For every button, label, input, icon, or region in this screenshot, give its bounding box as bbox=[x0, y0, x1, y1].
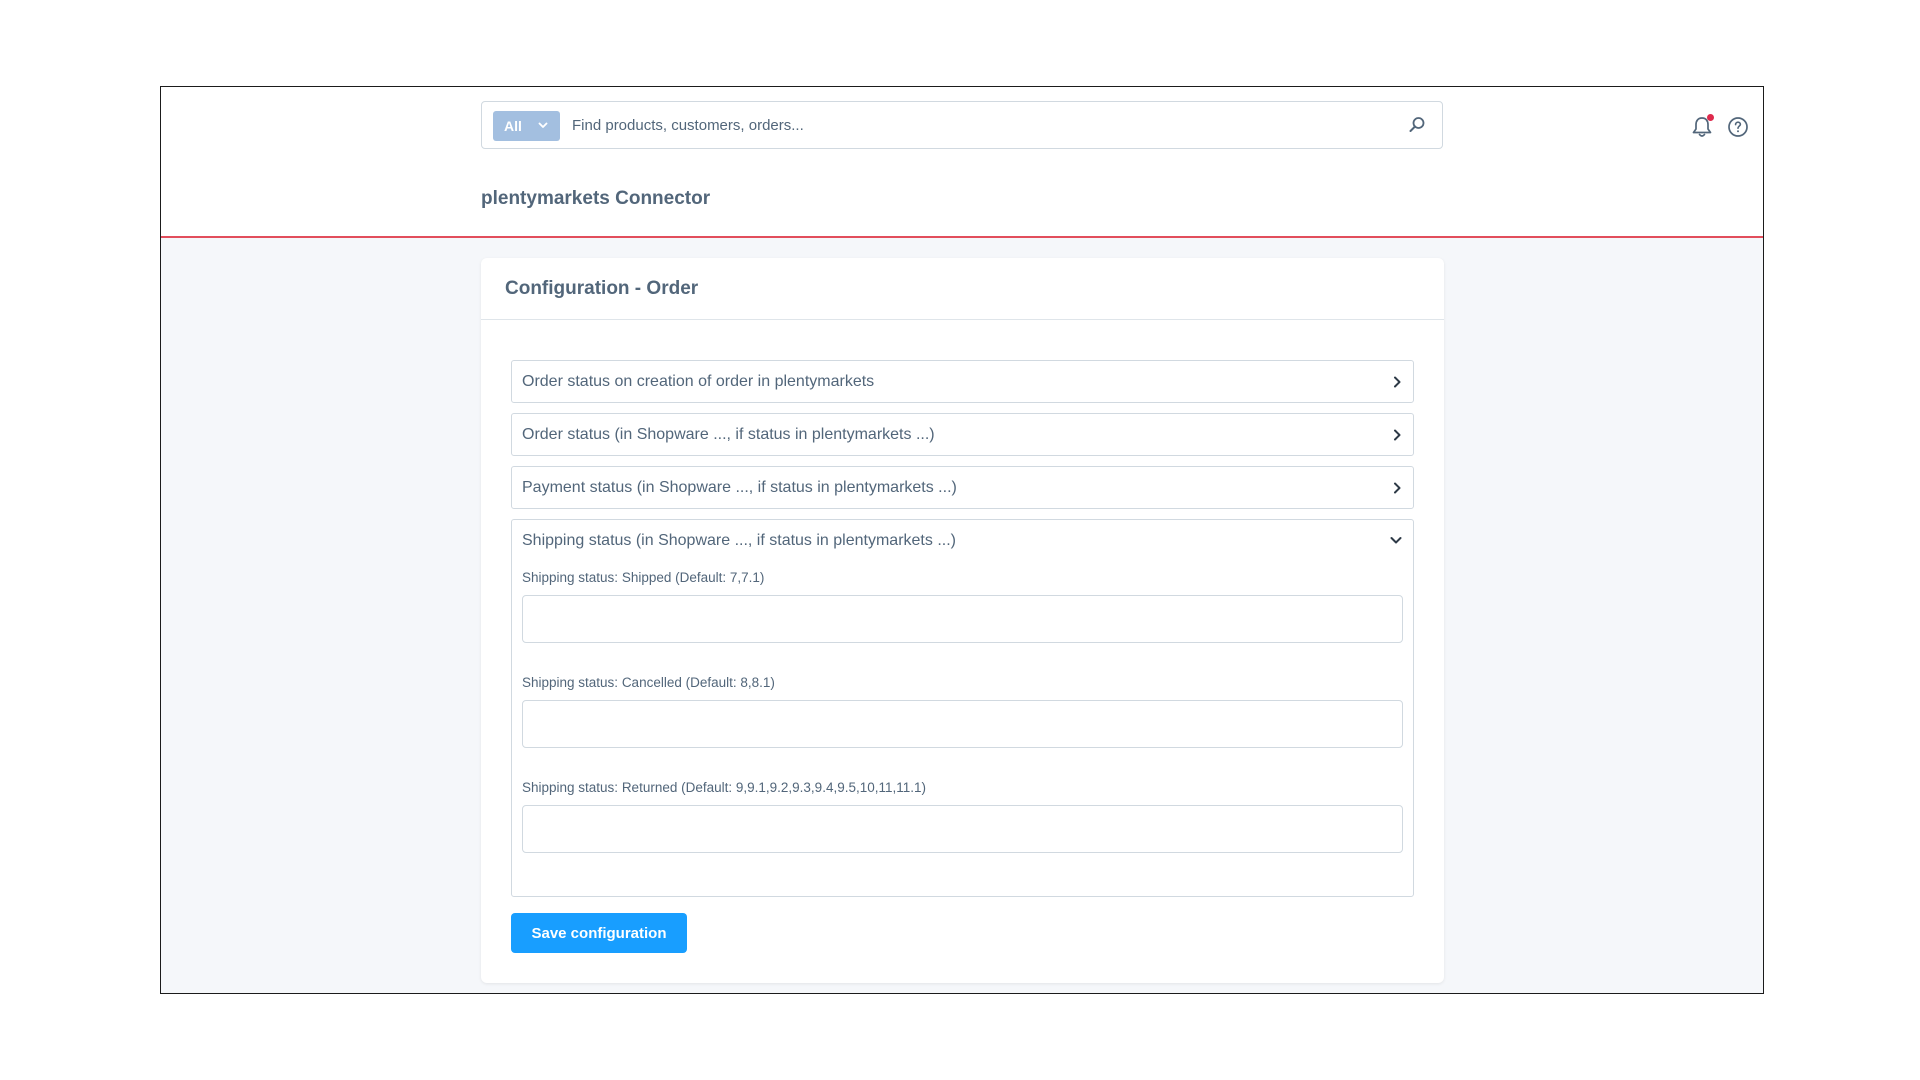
card-header: Configuration - Order bbox=[481, 258, 1444, 320]
page-title: plentymarkets Connector bbox=[481, 188, 711, 209]
accordion-payment-status[interactable]: Payment status (in Shopware ..., if stat… bbox=[511, 466, 1414, 509]
shipped-field-label: Shipping status: Shipped (Default: 7,7.1… bbox=[522, 570, 765, 585]
accordion-label: Order status on creation of order in ple… bbox=[522, 372, 875, 390]
top-bar: All bbox=[161, 87, 1763, 167]
returned-status-input[interactable] bbox=[522, 805, 1403, 853]
search-type-dropdown[interactable]: All bbox=[493, 111, 560, 141]
shipped-status-input[interactable] bbox=[522, 595, 1403, 643]
chevron-right-icon[interactable] bbox=[1391, 375, 1403, 389]
app-window: All plentymarkets Connector C bbox=[160, 86, 1764, 994]
accordion-header[interactable]: Shipping status (in Shopware ..., if sta… bbox=[512, 520, 1413, 561]
search-type-label: All bbox=[504, 118, 522, 134]
cancelled-status-input[interactable] bbox=[522, 700, 1403, 748]
global-search: All bbox=[481, 101, 1443, 149]
accordion-label: Order status (in Shopware ..., if status… bbox=[522, 425, 935, 443]
search-icon[interactable] bbox=[1408, 116, 1426, 134]
help-icon[interactable] bbox=[1727, 116, 1749, 138]
accordion-shipping-status: Shipping status (in Shopware ..., if sta… bbox=[511, 519, 1414, 897]
accordion-header[interactable]: Order status (in Shopware ..., if status… bbox=[512, 414, 1413, 455]
chevron-down-icon[interactable] bbox=[1389, 534, 1403, 546]
configuration-card: Configuration - Order Order status on cr… bbox=[481, 258, 1444, 983]
save-configuration-button[interactable]: Save configuration bbox=[511, 913, 687, 953]
chevron-down-icon bbox=[538, 122, 548, 128]
cancelled-field-label: Shipping status: Cancelled (Default: 8,8… bbox=[522, 675, 775, 690]
accordion-order-status-creation[interactable]: Order status on creation of order in ple… bbox=[511, 360, 1414, 403]
returned-field-label: Shipping status: Returned (Default: 9,9.… bbox=[522, 780, 927, 795]
accordion-label: Payment status (in Shopware ..., if stat… bbox=[522, 478, 957, 496]
accordion-order-status[interactable]: Order status (in Shopware ..., if status… bbox=[511, 413, 1414, 456]
page-header: plentymarkets Connector bbox=[161, 166, 1763, 238]
chevron-right-icon[interactable] bbox=[1391, 481, 1403, 495]
accordion-label: Shipping status (in Shopware ..., if sta… bbox=[522, 531, 956, 549]
chevron-right-icon[interactable] bbox=[1391, 428, 1403, 442]
accordion-header[interactable]: Order status on creation of order in ple… bbox=[512, 361, 1413, 402]
notification-badge bbox=[1707, 114, 1714, 121]
accordion-header[interactable]: Payment status (in Shopware ..., if stat… bbox=[512, 467, 1413, 508]
card-title: Configuration - Order bbox=[505, 277, 699, 299]
search-input[interactable] bbox=[572, 102, 1392, 148]
